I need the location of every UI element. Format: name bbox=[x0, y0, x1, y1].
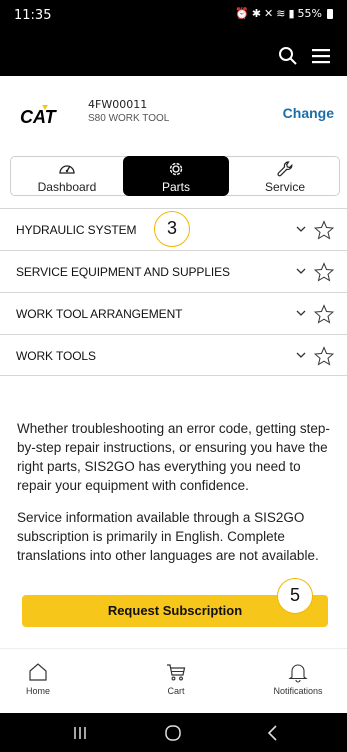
gauge-icon bbox=[59, 165, 75, 174]
tab-dashboard-label: Dashboard bbox=[37, 180, 97, 194]
nav-notifications-label: Notifications bbox=[273, 686, 323, 696]
machine-serial: 4FW00011 bbox=[88, 98, 148, 111]
alarm-icon: ⏰ bbox=[235, 7, 249, 20]
svg-text:CAT: CAT bbox=[20, 107, 58, 126]
info-paragraph: Whether troubleshooting an error code, g… bbox=[17, 421, 330, 493]
wrench-icon bbox=[277, 161, 293, 177]
star-icon[interactable] bbox=[314, 262, 334, 282]
nav-cart[interactable]: Cart bbox=[148, 649, 204, 714]
back-icon[interactable] bbox=[263, 723, 283, 743]
change-machine-link[interactable]: Change bbox=[283, 105, 334, 121]
star-icon[interactable] bbox=[314, 220, 334, 240]
tab-service-label: Service bbox=[264, 180, 305, 194]
home-icon bbox=[29, 663, 47, 681]
status-icons: ⏰ ✱ ✕ ≋ ▮ 55% bbox=[235, 7, 333, 20]
machine-model: S80 WORK TOOL bbox=[88, 113, 170, 124]
search-icon[interactable] bbox=[278, 46, 298, 66]
category-label: WORK TOOLS bbox=[16, 349, 96, 363]
bell-icon bbox=[288, 664, 308, 683]
category-row-work-tools[interactable]: WORK TOOLS bbox=[0, 334, 347, 376]
tab-parts-label: Parts bbox=[161, 180, 190, 194]
app-bar bbox=[0, 36, 347, 76]
mute-icon: ✕ bbox=[264, 7, 274, 20]
gear-icon bbox=[169, 162, 183, 176]
chevron-down-icon[interactable] bbox=[294, 348, 308, 362]
star-icon[interactable] bbox=[314, 304, 334, 324]
star-icon[interactable] bbox=[314, 346, 334, 366]
chevron-down-icon[interactable] bbox=[294, 222, 308, 236]
cart-icon bbox=[167, 664, 186, 681]
wifi-icon: ≋ bbox=[276, 7, 286, 20]
callout-badge: 3 bbox=[154, 211, 190, 247]
recent-apps-icon[interactable] bbox=[70, 723, 90, 743]
tab-service[interactable]: Service bbox=[229, 156, 341, 196]
nav-cart-label: Cart bbox=[167, 686, 185, 696]
callout-badge: 5 bbox=[277, 578, 313, 614]
status-bar: 11:35 ⏰ ✱ ✕ ≋ ▮ 55% bbox=[0, 0, 347, 36]
status-time: 11:35 bbox=[14, 8, 52, 23]
bluetooth-icon: ✱ bbox=[251, 7, 262, 20]
language-notice: Service information available through a … bbox=[17, 510, 319, 563]
cat-logo: CAT bbox=[20, 105, 58, 126]
machine-header: CAT 4FW00011 S80 WORK TOOL Change bbox=[0, 76, 347, 148]
nav-notifications[interactable]: Notifications bbox=[258, 649, 338, 714]
tab-dashboard[interactable]: Dashboard bbox=[11, 156, 123, 196]
hamburger-menu-icon[interactable] bbox=[312, 48, 330, 64]
category-label: HYDRAULIC SYSTEM bbox=[16, 223, 137, 237]
system-home-icon[interactable] bbox=[163, 723, 183, 743]
nav-home-label: Home bbox=[25, 686, 50, 696]
battery-percent: 55% bbox=[297, 7, 322, 20]
battery-icon bbox=[327, 8, 333, 19]
signal-icon: ▮ bbox=[288, 7, 295, 20]
category-label: WORK TOOL ARRANGEMENT bbox=[16, 307, 183, 321]
chevron-down-icon[interactable] bbox=[294, 264, 308, 278]
bottom-nav: Home Cart Notifications bbox=[0, 648, 347, 713]
category-row-service-equipment[interactable]: SERVICE EQUIPMENT AND SUPPLIES bbox=[0, 250, 347, 292]
nav-home[interactable]: Home bbox=[10, 649, 66, 714]
category-label: SERVICE EQUIPMENT AND SUPPLIES bbox=[16, 265, 230, 279]
tab-parts[interactable]: Parts bbox=[123, 156, 229, 196]
chevron-down-icon[interactable] bbox=[294, 306, 308, 320]
section-tabs: Dashboard Parts Service bbox=[10, 156, 340, 196]
system-nav-bar bbox=[0, 713, 347, 752]
category-row-work-tool-arrangement[interactable]: WORK TOOL ARRANGEMENT bbox=[0, 292, 347, 334]
